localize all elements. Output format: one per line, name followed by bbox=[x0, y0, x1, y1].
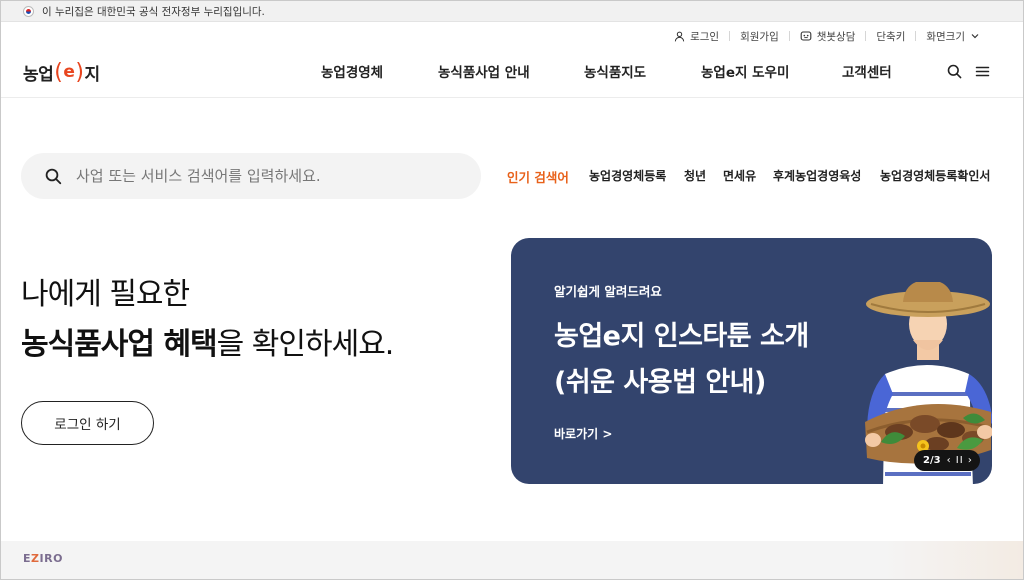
header-divider bbox=[1, 97, 1023, 98]
page: 이 누리집은 대한민국 공식 전자정부 누리집입니다. 로그인 회원가입 챗봇상… bbox=[0, 0, 1024, 580]
gov-banner: 이 누리집은 대한민국 공식 전자정부 누리집입니다. bbox=[1, 1, 1023, 22]
popular-keyword[interactable]: 청년 bbox=[684, 167, 706, 184]
user-icon bbox=[674, 31, 685, 41]
popular-keyword[interactable]: 농업경영체등록확인서 bbox=[880, 167, 990, 184]
login-button[interactable]: 로그인 하기 bbox=[21, 401, 154, 445]
nav-item-customer-center[interactable]: 고객센터 bbox=[842, 61, 892, 81]
signup-link[interactable]: 회원가입 bbox=[730, 29, 789, 44]
eziro-z: Z bbox=[31, 552, 40, 565]
popular-keyword[interactable]: 후계농업경영육성 bbox=[773, 167, 861, 184]
popular-keywords: 인기 검색어 농업경영체등록 청년 면세유 후계농업경영육성 농업경영체등록확인… bbox=[1, 167, 1023, 187]
gov-banner-text: 이 누리집은 대한민국 공식 전자정부 누리집입니다. bbox=[42, 5, 265, 18]
screen-size-dropdown[interactable]: 화면크기 bbox=[916, 29, 989, 44]
chatbot-icon bbox=[800, 31, 812, 41]
hero-heading-line2: 농식품사업 혜택을 확인하세요. bbox=[21, 319, 395, 363]
popular-keyword[interactable]: 농업경영체등록 bbox=[589, 167, 666, 184]
nav-item-helper[interactable]: 농업e지 도우미 bbox=[701, 61, 789, 81]
footer-strip bbox=[1, 541, 1023, 579]
banner-shortcut-link[interactable]: 바로가기 > bbox=[554, 425, 612, 442]
banner-title-line2: (쉬운 사용법 안내) bbox=[554, 367, 766, 398]
korea-flag-icon bbox=[23, 5, 34, 17]
nav-item-program-guide[interactable]: 농식품사업 안내 bbox=[438, 61, 530, 81]
popular-keyword[interactable]: 면세유 bbox=[723, 167, 756, 184]
hero-heading-line1: 나에게 필요한 bbox=[21, 277, 190, 312]
main-nav: 농업경영체 농식품사업 안내 농식품지도 농업e지 도우미 고객센터 bbox=[1, 61, 1023, 83]
banner-title-line1: 농업e지 인스타툰 소개 bbox=[554, 321, 809, 352]
chevron-down-icon bbox=[971, 34, 979, 39]
eziro-rest: IRO bbox=[39, 552, 63, 565]
menu-icon[interactable] bbox=[975, 64, 990, 79]
hero-heading-rest: 을 확인하세요. bbox=[216, 327, 395, 362]
utility-links: 로그인 회원가입 챗봇상담 단축키 화면크기 bbox=[664, 27, 989, 45]
login-link[interactable]: 로그인 bbox=[664, 29, 729, 44]
screen-size-label: 화면크기 bbox=[926, 30, 965, 43]
popular-keywords-title: 인기 검색어 bbox=[507, 170, 569, 185]
banner-pager: 2/3 ‹ II › bbox=[914, 450, 980, 471]
chatbot-label: 챗봇상담 bbox=[816, 30, 856, 43]
promo-banner[interactable]: 알기쉽게 알려드려요 농업e지 인스타툰 소개 (쉬운 사용법 안내) 바로가기… bbox=[511, 238, 992, 484]
hero-heading-bold: 농식품사업 혜택 bbox=[21, 327, 218, 362]
login-label: 로그인 bbox=[690, 30, 720, 43]
eziro-e: E bbox=[23, 552, 32, 565]
shortcut-keys-link[interactable]: 단축키 bbox=[866, 29, 915, 44]
pager-controls[interactable]: ‹ II › bbox=[947, 455, 973, 466]
eziro-logo: EZIRO bbox=[23, 552, 63, 565]
banner-eyebrow: 알기쉽게 알려드려요 bbox=[554, 284, 662, 299]
search-icon[interactable] bbox=[947, 64, 962, 79]
header-icons bbox=[947, 64, 990, 79]
footer-decoration bbox=[883, 541, 1023, 579]
chatbot-link[interactable]: 챗봇상담 bbox=[790, 29, 866, 44]
nav-item-food-map[interactable]: 농식품지도 bbox=[584, 61, 646, 81]
pager-count: 2/3 bbox=[923, 455, 941, 466]
nav-item-business-entity[interactable]: 농업경영체 bbox=[321, 61, 383, 81]
